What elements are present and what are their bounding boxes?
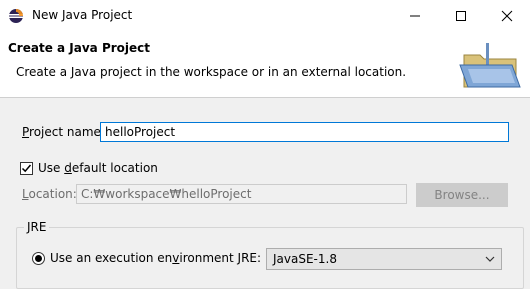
wizard-header: Create a Java Project Create a Java proj… bbox=[0, 31, 530, 98]
close-icon bbox=[501, 10, 513, 22]
project-name-input[interactable] bbox=[100, 122, 509, 142]
maximize-button[interactable] bbox=[438, 0, 484, 31]
location-label: Location: bbox=[22, 187, 77, 201]
project-name-label: Project name: bbox=[22, 125, 105, 139]
jre-group-label: JRE bbox=[24, 220, 50, 234]
page-description: Create a Java project in the workspace o… bbox=[16, 65, 407, 79]
close-button[interactable] bbox=[484, 0, 530, 31]
title-bar: New Java Project bbox=[0, 0, 530, 32]
maximize-icon bbox=[456, 11, 466, 21]
browse-button[interactable]: Browse... bbox=[416, 183, 508, 207]
selected-environment: JavaSE-1.8 bbox=[273, 252, 337, 266]
execution-environment-select[interactable]: JavaSE-1.8 bbox=[266, 248, 502, 270]
location-input bbox=[76, 184, 407, 204]
minimize-icon bbox=[410, 15, 420, 17]
execution-environment-label[interactable]: Use an execution environment JRE: bbox=[50, 251, 261, 265]
window-title: New Java Project bbox=[32, 8, 133, 22]
eclipse-icon bbox=[8, 8, 24, 24]
use-default-location-label[interactable]: Use default location bbox=[38, 161, 158, 175]
java-project-folder-icon bbox=[458, 39, 524, 91]
execution-environment-radio[interactable] bbox=[32, 252, 45, 265]
page-title: Create a Java Project bbox=[8, 41, 151, 55]
use-default-location-checkbox[interactable] bbox=[20, 162, 33, 175]
checkmark-icon bbox=[21, 164, 32, 173]
minimize-button[interactable] bbox=[392, 0, 438, 31]
chevron-down-icon bbox=[485, 256, 495, 262]
